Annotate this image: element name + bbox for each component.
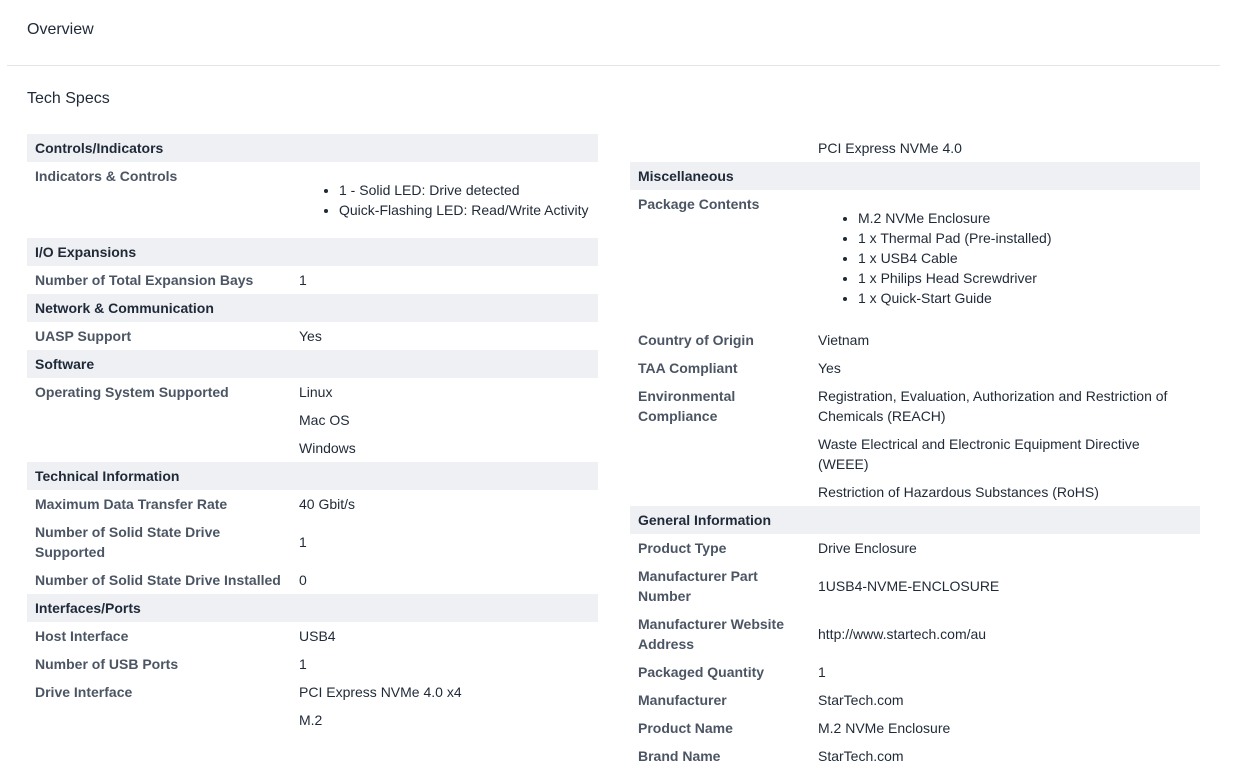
list-item: 1 - Solid LED: Drive detected bbox=[339, 180, 590, 200]
section-header-controls: Controls/Indicators bbox=[27, 134, 598, 162]
spec-value: 1USB4-NVME-ENCLOSURE bbox=[818, 566, 1192, 606]
spec-row-website: Manufacturer Website Address http://www.… bbox=[630, 610, 1200, 658]
spec-row-brand: Brand Name StarTech.com bbox=[630, 742, 1200, 770]
spec-label: Host Interface bbox=[35, 628, 129, 644]
spec-row-taa: TAA Compliant Yes bbox=[630, 354, 1200, 382]
section-header-general: General Information bbox=[630, 506, 1200, 534]
spec-value-text: 0 bbox=[299, 572, 307, 588]
spec-value: M.2 NVMe Enclosure bbox=[818, 720, 951, 736]
spec-label: Number of Solid State Drive Installed bbox=[35, 572, 281, 588]
spec-value: Yes bbox=[299, 328, 322, 344]
spec-row-part-number: Manufacturer Part Number 1USB4-NVME-ENCL… bbox=[630, 562, 1200, 610]
website-link[interactable]: http://www.startech.com/au bbox=[818, 624, 986, 644]
spec-row-uasp: UASP Support Yes bbox=[27, 322, 598, 350]
list-item: Quick-Flashing LED: Read/Write Activity bbox=[339, 200, 590, 220]
spec-row-product-name: Product Name M.2 NVMe Enclosure bbox=[630, 714, 1200, 742]
list-item: 1 x USB4 Cable bbox=[858, 248, 1192, 268]
os-value: Linux bbox=[299, 384, 333, 400]
overview-title[interactable]: Overview bbox=[27, 21, 94, 39]
indicator-list: 1 - Solid LED: Drive detected Quick-Flas… bbox=[299, 180, 590, 220]
spec-label: Maximum Data Transfer Rate bbox=[35, 496, 228, 512]
spec-label: Environmental Compliance bbox=[638, 388, 736, 424]
spec-label: Operating System Supported bbox=[35, 384, 229, 400]
section-header-software: Software bbox=[27, 350, 598, 378]
spec-label: Brand Name bbox=[638, 748, 721, 764]
list-item: M.2 NVMe Enclosure bbox=[858, 208, 1192, 228]
spec-row-ssd-supported: Number of Solid State Drive Supported 1 bbox=[27, 518, 598, 566]
list-item: 1 x Thermal Pad (Pre-installed) bbox=[858, 228, 1192, 248]
spec-value-text: 1 bbox=[299, 534, 307, 550]
spec-label: TAA Compliant bbox=[638, 360, 738, 376]
spec-row-rate: Maximum Data Transfer Rate 40 Gbit/s bbox=[27, 490, 598, 518]
list-item: 1 x Philips Head Screwdriver bbox=[858, 268, 1192, 288]
spec-row-package: Package Contents M.2 NVMe Enclosure 1 x … bbox=[630, 190, 1200, 326]
spec-label: Number of USB Ports bbox=[35, 656, 179, 672]
specs-left-column: Controls/Indicators Indicators & Control… bbox=[27, 134, 598, 734]
env-value: Waste Electrical and Electronic Equipmen… bbox=[818, 436, 1140, 472]
section-header-technical: Technical Information bbox=[27, 462, 598, 490]
os-value: Mac OS bbox=[299, 412, 350, 428]
specs-right-column: PCI Express NVMe 4.0 Miscellaneous Packa… bbox=[630, 134, 1200, 770]
spec-value: StarTech.com bbox=[818, 692, 904, 708]
spec-value: USB4 bbox=[299, 628, 336, 644]
spec-label: Indicators & Controls bbox=[35, 168, 178, 184]
spec-label: Number of Total Expansion Bays bbox=[35, 272, 254, 288]
spec-value: 1 bbox=[299, 522, 590, 562]
spec-label: UASP Support bbox=[35, 328, 132, 344]
package-list: M.2 NVMe Enclosure 1 x Thermal Pad (Pre-… bbox=[818, 208, 1192, 308]
spec-label: Product Name bbox=[638, 720, 733, 736]
section-header-interfaces: Interfaces/Ports bbox=[27, 594, 598, 622]
drive-interface-value: PCI Express NVMe 4.0 x4 bbox=[299, 684, 462, 700]
spec-value: Drive Enclosure bbox=[818, 540, 917, 556]
spec-label: Package Contents bbox=[638, 196, 760, 212]
spec-row-ssd-installed: Number of Solid State Drive Installed 0 bbox=[27, 566, 598, 594]
spec-value: StarTech.com bbox=[818, 748, 904, 764]
spec-row-environmental: Environmental Compliance Registration, E… bbox=[630, 382, 1200, 506]
spec-label: Drive Interface bbox=[35, 684, 133, 700]
spec-row-host: Host Interface USB4 bbox=[27, 622, 598, 650]
spec-value: M.2 NVMe Enclosure 1 x Thermal Pad (Pre-… bbox=[818, 194, 1192, 322]
os-value: Windows bbox=[299, 440, 356, 456]
spec-value: Linux Mac OS Windows bbox=[299, 382, 590, 458]
spec-value: Registration, Evaluation, Authorization … bbox=[818, 386, 1192, 502]
spec-row-quantity: Packaged Quantity 1 bbox=[630, 658, 1200, 686]
section-header-misc: Miscellaneous bbox=[630, 162, 1200, 190]
spec-value: Yes bbox=[818, 360, 841, 376]
spec-label: Manufacturer Website Address bbox=[638, 616, 784, 652]
spec-label: Number of Solid State Drive Supported bbox=[35, 524, 221, 560]
spec-value: http://www.startech.com/au bbox=[818, 614, 1192, 654]
spec-label: Country of Origin bbox=[638, 332, 754, 348]
list-item: 1 x Quick-Start Guide bbox=[858, 288, 1192, 308]
spec-row-manufacturer: Manufacturer StarTech.com bbox=[630, 686, 1200, 714]
section-header-io: I/O Expansions bbox=[27, 238, 598, 266]
tech-specs-title: Tech Specs bbox=[27, 90, 110, 107]
spec-row-indicators: Indicators & Controls 1 - Solid LED: Dri… bbox=[27, 162, 598, 238]
spec-label: Product Type bbox=[638, 540, 727, 556]
spec-value-text: 1USB4-NVME-ENCLOSURE bbox=[818, 578, 1000, 594]
env-value: Restriction of Hazardous Substances (RoH… bbox=[818, 484, 1099, 500]
spec-row-drive-interface: Drive Interface PCI Express NVMe 4.0 x4 … bbox=[27, 678, 598, 734]
spec-value: 0 bbox=[299, 570, 590, 590]
spec-value: 1 bbox=[299, 656, 307, 672]
spec-row-product-type: Product Type Drive Enclosure bbox=[630, 534, 1200, 562]
spec-row-origin: Country of Origin Vietnam bbox=[630, 326, 1200, 354]
spec-label: Manufacturer Part Number bbox=[638, 568, 758, 604]
spec-row-usb-ports: Number of USB Ports 1 bbox=[27, 650, 598, 678]
spec-value: 40 Gbit/s bbox=[299, 496, 356, 512]
spec-value: PCI Express NVMe 4.0 x4 M.2 bbox=[299, 682, 590, 730]
spec-value: 1 - Solid LED: Drive detected Quick-Flas… bbox=[299, 166, 590, 234]
spec-row-os: Operating System Supported Linux Mac OS … bbox=[27, 378, 598, 462]
drive-interface-continued: PCI Express NVMe 4.0 bbox=[818, 140, 962, 156]
spec-label: Packaged Quantity bbox=[638, 664, 765, 680]
overview-header[interactable]: Overview bbox=[7, 0, 1220, 66]
spec-row-bays: Number of Total Expansion Bays 1 bbox=[27, 266, 598, 294]
section-header-network: Network & Communication bbox=[27, 294, 598, 322]
spec-value: Vietnam bbox=[818, 332, 870, 348]
spec-value: 1 bbox=[299, 272, 307, 288]
spec-label: Manufacturer bbox=[638, 692, 727, 708]
env-value: Registration, Evaluation, Authorization … bbox=[818, 388, 1168, 424]
drive-interface-value: M.2 bbox=[299, 712, 323, 728]
spec-value: 1 bbox=[818, 664, 826, 680]
